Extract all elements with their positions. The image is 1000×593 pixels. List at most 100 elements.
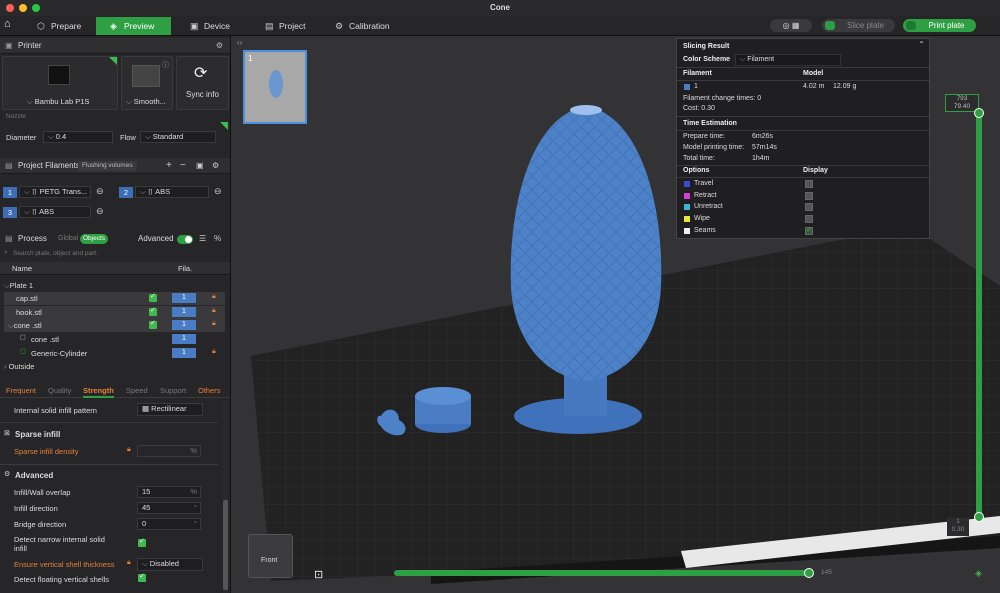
remove-filament-1-icon[interactable]: ⊖ (96, 186, 104, 197)
ensure-vertical-shell-select[interactable]: ⌵ Disabled (137, 558, 203, 571)
tab-quality[interactable]: Quality (48, 386, 71, 395)
flushing-volumes-button[interactable]: Flushing volumes (78, 161, 137, 171)
objects-toggle[interactable]: Objects (80, 234, 109, 244)
retract-display-checkbox[interactable] (805, 192, 813, 200)
lock-icon[interactable]: 🔒︎ (212, 307, 216, 315)
object-filament-select[interactable]: 1 (172, 334, 196, 344)
fit-view-icon[interactable]: ⊡ (314, 568, 323, 581)
sparse-infill-density-input[interactable]: % (137, 445, 201, 457)
view-toggle-group[interactable]: ◎ ▦ (770, 19, 812, 32)
tab-prepare[interactable]: ⬡ Prepare (37, 17, 81, 35)
lock-icon[interactable]: 🔒︎ (127, 446, 131, 454)
detect-floating-checkbox[interactable] (138, 572, 146, 582)
tree-plate-1[interactable]: ⌵Plate 1 (4, 281, 33, 291)
close-window-button[interactable] (6, 4, 14, 12)
filament-select-1[interactable]: ⌵ ▯ PETG Trans... (19, 186, 91, 198)
slice-plate-button[interactable]: Slice plate (822, 19, 895, 32)
tree-cap-stl[interactable]: cap.stl (16, 294, 38, 303)
home-icon[interactable]: ⌂ (4, 18, 11, 30)
tab-others[interactable]: Others (198, 386, 221, 395)
remove-filament-2-icon[interactable]: ⊖ (214, 186, 222, 197)
plate-thumbnail[interactable]: 1 (243, 50, 307, 124)
tab-preview[interactable]: ◈ Preview (96, 17, 171, 35)
gear-icon[interactable]: ⚙ (212, 158, 219, 174)
collapse-sidebar-icon[interactable]: ‹› (237, 38, 242, 47)
tree-cone-part[interactable]: cone .stl (31, 335, 59, 344)
flow-select[interactable]: ⌵ Standard (140, 131, 216, 143)
tree-hook-stl[interactable]: hook.stl (16, 308, 42, 317)
printer-card[interactable]: ⌵ Bambu Lab P1S (2, 56, 118, 110)
settings-scrollbar[interactable] (223, 400, 228, 593)
lock-icon[interactable]: 🔒︎ (127, 559, 131, 567)
sync-info-button[interactable]: ⟳ Sync info (176, 56, 229, 110)
object-filament-select[interactable]: 1 (172, 293, 196, 303)
global-toggle[interactable]: Global (58, 231, 78, 247)
list-icon[interactable]: ☰ (199, 231, 206, 247)
visible-checkbox[interactable] (149, 292, 157, 302)
object-filament-select[interactable]: 1 (172, 320, 196, 330)
filament-select-3[interactable]: ⌵ ▯ ABS (19, 206, 91, 218)
layer-slider-track[interactable] (976, 112, 982, 517)
infill-wall-overlap-input[interactable]: 15% (137, 486, 201, 498)
seams-display-checkbox[interactable]: ✓ (805, 227, 813, 235)
remove-icon[interactable]: − (180, 158, 186, 174)
window-controls[interactable] (6, 4, 40, 12)
color-scheme-select[interactable]: ⌵ Filament (735, 54, 841, 66)
internal-solid-infill-pattern-select[interactable]: ▦ Rectilinear (137, 403, 203, 416)
collapse-panel-icon[interactable]: ⌃ (918, 40, 925, 49)
add-icon[interactable]: + (166, 158, 172, 174)
wipe-display-checkbox[interactable] (805, 215, 813, 223)
move-slider-handle[interactable] (804, 568, 814, 578)
chevron-down-icon[interactable] (906, 21, 916, 30)
layer-slider-top-handle[interactable] (974, 108, 984, 118)
tab-calibration[interactable]: ⚙ Calibration (335, 17, 390, 35)
tab-project[interactable]: ▤ Project (265, 17, 305, 35)
visible-checkbox[interactable] (149, 319, 157, 329)
unretract-display-checkbox[interactable] (805, 203, 813, 211)
tree-outside[interactable]: › Outside (4, 362, 34, 371)
advanced-toggle[interactable] (177, 235, 193, 244)
lock-icon[interactable]: 🔒︎ (212, 348, 216, 356)
visible-checkbox[interactable] (149, 306, 157, 316)
gear-icon[interactable]: ⚙ (216, 38, 223, 54)
tab-speed[interactable]: Speed (126, 386, 148, 395)
tab-support[interactable]: Support (160, 386, 186, 395)
layout-icon[interactable]: ◎ ▦ (783, 21, 800, 30)
search-input[interactable]: Search plate, object and part. (13, 250, 98, 257)
tree-cone-stl[interactable]: ⌵cone .stl (8, 321, 42, 331)
search-bar[interactable]: ⌕ Search plate, object and part. (0, 248, 230, 260)
minimize-window-button[interactable] (19, 4, 27, 12)
plate-type-card[interactable]: ⓘ ⌵ Smooth... (121, 56, 173, 110)
info-icon[interactable]: ⓘ (162, 60, 169, 70)
bridge-direction-input[interactable]: 0 ° (137, 518, 201, 530)
tree-generic-cylinder[interactable]: Generic-Cylinder (31, 349, 87, 358)
chevron-down-icon[interactable] (825, 21, 835, 30)
detect-narrow-checkbox[interactable] (138, 537, 146, 547)
view-cube[interactable]: Front (248, 534, 293, 578)
flow-label: Flow (120, 133, 136, 142)
lock-icon[interactable]: 🔒︎ (212, 320, 216, 328)
tab-strength[interactable]: Strength (83, 386, 114, 398)
object-filament-select[interactable]: 1 (172, 307, 196, 317)
lock-icon[interactable]: 🔒︎ (212, 293, 216, 301)
tab-device[interactable]: ▣ Device (190, 17, 230, 35)
filament-select-2[interactable]: ⌵ ▯ ABS (135, 186, 209, 198)
advanced-icon: ⚙ (4, 471, 11, 478)
print-plate-button[interactable]: Print plate (903, 19, 976, 32)
sync-filaments-icon[interactable]: ▣ (196, 158, 204, 174)
remove-filament-3-icon[interactable]: ⊖ (96, 206, 104, 217)
infill-direction-input[interactable]: 45 ° (137, 502, 201, 514)
diameter-select[interactable]: ⌵ 0.4 (43, 131, 113, 143)
object-filament-select[interactable]: 1 (172, 348, 196, 358)
move-slider-track[interactable] (394, 570, 812, 576)
filament-index-2: 2 (119, 187, 133, 198)
layer-slider-bottom-handle[interactable] (974, 512, 984, 522)
travel-display-checkbox[interactable] (805, 180, 813, 188)
layers-icon[interactable]: ◈ (975, 568, 982, 579)
chevron-down-icon: ⌵ (27, 97, 35, 106)
plate-type-label: ⌵ Smooth... (126, 97, 166, 106)
move-readout: 145 (821, 569, 832, 576)
compare-icon[interactable]: % (214, 231, 221, 247)
zoom-window-button[interactable] (32, 4, 40, 12)
tab-frequent[interactable]: Frequent (6, 386, 36, 395)
